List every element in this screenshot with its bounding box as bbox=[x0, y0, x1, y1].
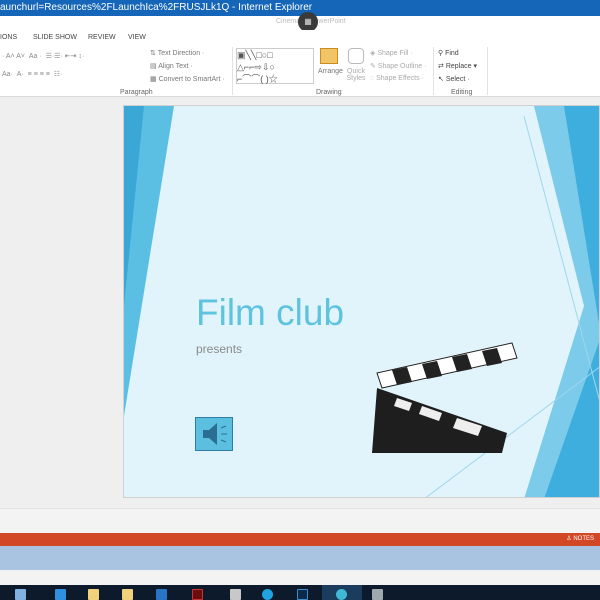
quick-styles-button[interactable]: Quick Styles bbox=[344, 68, 368, 82]
text-direction-button[interactable]: ⇅ Text Direction · bbox=[150, 49, 204, 57]
font-format-buttons[interactable]: Aa· A· ≡ ≡ ≡ ≡ ☷· bbox=[2, 70, 62, 78]
clapperboard-icon bbox=[372, 342, 518, 453]
arrange-icon bbox=[320, 48, 338, 64]
folder-icon[interactable] bbox=[88, 589, 99, 600]
browser-bar bbox=[0, 546, 600, 570]
app-icon[interactable] bbox=[230, 589, 241, 600]
slide-title[interactable]: Film club bbox=[196, 292, 344, 334]
shape-outline-button[interactable]: ✎ Shape Outline · bbox=[370, 62, 426, 70]
editing-group-label: Editing bbox=[451, 89, 473, 96]
status-area bbox=[0, 508, 600, 533]
paragraph-group-label: Paragraph bbox=[120, 89, 153, 96]
outlook-icon[interactable] bbox=[156, 589, 167, 600]
font-size-buttons[interactable]: · A˄ A˅ Aa · ☰·☰· ⇤⇥ ↕· bbox=[2, 52, 84, 60]
cursor-icon: ↖ bbox=[438, 76, 446, 83]
align-text-icon: ▤ bbox=[150, 63, 159, 70]
shapes-gallery[interactable]: ▣╲╲□○□ △⌐⌐⇨⇩○ ⌐⌒⌒( )☆ bbox=[236, 48, 314, 84]
skype-icon[interactable] bbox=[262, 589, 273, 600]
pen-icon: ✎ bbox=[370, 63, 378, 70]
tab-review[interactable]: REVIEW bbox=[88, 34, 116, 41]
slide-canvas[interactable]: Film club presents bbox=[123, 105, 600, 498]
divider bbox=[487, 47, 488, 95]
status-bar: ♙ NOTES bbox=[0, 533, 600, 546]
slide-subtitle[interactable]: presents bbox=[196, 342, 242, 356]
tab-slide-show[interactable]: SLIDE SHOW bbox=[33, 34, 77, 41]
title-bar: aunchurl=Resources%2FLaunchIca%2FRUSJLk1… bbox=[0, 0, 600, 16]
divider bbox=[232, 47, 233, 95]
smartart-icon: ▦ bbox=[150, 76, 159, 83]
quick-styles-icon bbox=[348, 48, 364, 64]
taskbar bbox=[0, 585, 600, 600]
replace-icon: ⇄ bbox=[438, 63, 446, 70]
audio-speaker-icon[interactable] bbox=[195, 417, 233, 451]
convert-smartart-button[interactable]: ▦ Convert to SmartArt · bbox=[150, 75, 225, 83]
browser-footer bbox=[0, 570, 600, 585]
window-title: aunchurl=Resources%2FLaunchIca%2FRUSJLk1… bbox=[0, 2, 313, 13]
media-icon[interactable] bbox=[55, 589, 66, 600]
shape-effects-button[interactable]: ◌ Shape Effects · bbox=[370, 75, 424, 82]
explorer-icon[interactable] bbox=[15, 589, 26, 600]
tab-view[interactable]: VIEW bbox=[128, 34, 146, 41]
replace-button[interactable]: ⇄ Replace ▾ bbox=[438, 62, 477, 70]
printer-icon[interactable] bbox=[372, 589, 383, 600]
tab-animations[interactable]: IONS bbox=[0, 34, 17, 41]
acrobat-icon[interactable] bbox=[192, 589, 203, 600]
ribbon-tabs: IONS SLIDE SHOW REVIEW VIEW bbox=[0, 30, 600, 45]
ribbon: · A˄ A˅ Aa · ☰·☰· ⇤⇥ ↕· Aa· A· ≡ ≡ ≡ ≡ ☷… bbox=[0, 45, 600, 97]
ie-icon[interactable] bbox=[336, 589, 347, 600]
keyboard-icon[interactable]: ▦ bbox=[298, 12, 318, 32]
text-direction-icon: ⇅ bbox=[150, 50, 158, 57]
shape-fill-button[interactable]: ◈ Shape Fill · bbox=[370, 49, 413, 57]
folder-icon[interactable] bbox=[122, 589, 133, 600]
find-button[interactable]: ⚲ Find bbox=[438, 49, 459, 57]
divider bbox=[433, 47, 434, 95]
photoshop-icon[interactable] bbox=[297, 589, 308, 600]
select-button[interactable]: ↖ Select · bbox=[438, 75, 470, 83]
arrange-button[interactable]: Arrange bbox=[318, 68, 343, 75]
drawing-group-label: Drawing bbox=[316, 89, 342, 96]
notes-button[interactable]: ♙ NOTES bbox=[566, 533, 594, 546]
align-text-button[interactable]: ▤ Align Text · bbox=[150, 62, 193, 70]
